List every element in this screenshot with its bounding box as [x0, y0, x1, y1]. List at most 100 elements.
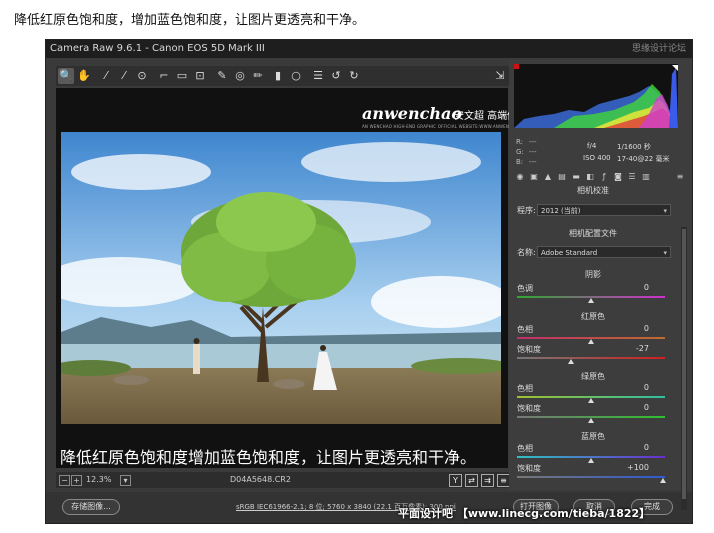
- focal-length: 17-40@22 毫米: [617, 155, 670, 163]
- crop-icon[interactable]: ⌐: [156, 68, 172, 84]
- red-sat-thumb[interactable]: [568, 359, 574, 364]
- chevron-down-icon: ▾: [663, 249, 667, 257]
- green-sat-value[interactable]: 0: [619, 403, 649, 412]
- blue-sat-thumb[interactable]: [660, 478, 666, 483]
- green-sat-thumb[interactable]: [588, 418, 594, 423]
- toolbar: 🔍 ✋ ⁄ ⁄ ⊙ ⌐ ▭ ⊡ ✎ ◎ ✏ ▮ ○ ☰ ↺ ↻ ⇲: [56, 66, 551, 86]
- before-after-toggle-icon[interactable]: Y: [449, 474, 462, 487]
- red-eye-icon[interactable]: ◎: [232, 68, 248, 84]
- blue-sat-slider[interactable]: [517, 476, 665, 478]
- section-title: 相机校准: [577, 186, 609, 195]
- chevron-down-icon: ▾: [663, 207, 667, 215]
- save-image-button[interactable]: 存储图像...: [62, 499, 120, 515]
- window-titlebar: Camera Raw 9.6.1 - Canon EOS 5D Mark III…: [46, 40, 692, 58]
- rotate-left-icon[interactable]: ↺: [328, 68, 344, 84]
- spot-removal-icon[interactable]: ✎: [214, 68, 230, 84]
- blue-sat-label: 饱和度: [517, 464, 541, 473]
- zoom-out-button[interactable]: −: [59, 475, 70, 486]
- straighten-icon[interactable]: ▭: [174, 68, 190, 84]
- preview-photo: [61, 132, 501, 424]
- hsl-tab-icon[interactable]: ▤: [557, 172, 567, 182]
- tint-thumb[interactable]: [588, 298, 594, 303]
- right-panel: R: --- G: --- B: --- f/4 1/1600 秒 ISO 40…: [509, 60, 691, 510]
- red-hue-value[interactable]: 0: [619, 324, 649, 333]
- zoom-level[interactable]: 12.3%: [86, 472, 111, 488]
- status-bar: − + 12.3% ▾ D04A5648.CR2 Y ⇄ ⇉ ≡: [56, 472, 551, 488]
- panel-scrollbar[interactable]: [681, 227, 687, 510]
- r-label: R:: [516, 138, 524, 146]
- swap-icon[interactable]: ⇄: [465, 474, 478, 487]
- green-sat-label: 饱和度: [517, 404, 541, 413]
- red-primary-head: 红原色: [581, 312, 605, 321]
- transform-icon[interactable]: ⊡: [192, 68, 208, 84]
- tone-curve-tab-icon[interactable]: ▣: [529, 172, 539, 182]
- profile-value: Adobe Standard: [541, 249, 598, 257]
- tint-label: 色调: [517, 284, 533, 293]
- copy-settings-icon[interactable]: ⇉: [481, 474, 494, 487]
- red-hue-thumb[interactable]: [588, 339, 594, 344]
- camera-raw-window: Camera Raw 9.6.1 - Canon EOS 5D Mark III…: [45, 39, 693, 524]
- histogram: [514, 64, 678, 128]
- iso: ISO 400: [583, 154, 611, 162]
- zoom-in-button[interactable]: +: [71, 475, 82, 486]
- basic-tab-icon[interactable]: ◉: [515, 172, 525, 182]
- b-label: B:: [516, 158, 524, 166]
- profile-select[interactable]: Adobe Standard ▾: [537, 246, 671, 258]
- rotate-right-icon[interactable]: ↻: [346, 68, 362, 84]
- process-select[interactable]: 2012 (当前) ▾: [537, 204, 671, 216]
- scrollbar-thumb[interactable]: [682, 229, 686, 499]
- blue-hue-value[interactable]: 0: [619, 443, 649, 452]
- brush-icon[interactable]: ✏: [250, 68, 266, 84]
- tint-value[interactable]: 0: [619, 283, 649, 292]
- graduated-filter-icon[interactable]: ▮: [270, 68, 286, 84]
- g-value: ---: [529, 148, 537, 156]
- name-label: 名称:: [517, 248, 536, 257]
- page-caption: 降低红原色饱和度，增加蓝色饱和度，让图片更透亮和干净。: [14, 13, 366, 28]
- logo-text: anwenchao: [362, 104, 462, 123]
- green-hue-label: 色相: [517, 384, 533, 393]
- logo-subtitle: AN WENCHAO HIGH-END GRAPHIC OFFICIAL WEB…: [362, 124, 533, 129]
- red-hue-label: 色相: [517, 325, 533, 334]
- green-hue-value[interactable]: 0: [619, 383, 649, 392]
- process-value: 2012 (当前): [541, 207, 581, 215]
- list-icon[interactable]: ☰: [310, 68, 326, 84]
- blue-hue-thumb[interactable]: [588, 458, 594, 463]
- hand-icon[interactable]: ✋: [76, 68, 92, 84]
- shadows-head: 阴影: [585, 270, 601, 279]
- zoom-dropdown-icon[interactable]: ▾: [120, 475, 131, 486]
- red-sat-slider[interactable]: [517, 357, 665, 359]
- target-adjust-icon[interactable]: ⊙: [134, 68, 150, 84]
- site-watermark: 平面设计吧 【www.linecg.com/tieba/1822】: [398, 507, 651, 520]
- window-title: Camera Raw 9.6.1 - Canon EOS 5D Mark III: [50, 43, 265, 54]
- camera-calibration-tab-icon[interactable]: ◙: [613, 172, 623, 182]
- profile-head: 相机配置文件: [569, 229, 617, 238]
- blue-primary-head: 蓝原色: [581, 432, 605, 441]
- process-label: 程序:: [517, 206, 536, 215]
- red-sat-value[interactable]: -27: [619, 344, 649, 353]
- file-name: D04A5648.CR2: [230, 475, 291, 484]
- white-balance-icon[interactable]: ⁄: [98, 68, 114, 84]
- radial-filter-icon[interactable]: ○: [288, 68, 304, 84]
- presets-tab-icon[interactable]: ☰: [627, 172, 637, 182]
- r-value: ---: [529, 138, 537, 146]
- snapshots-tab-icon[interactable]: ▥: [641, 172, 651, 182]
- b-value: ---: [529, 158, 537, 166]
- blue-sat-value[interactable]: +100: [619, 463, 649, 472]
- shutter-speed: 1/1600 秒: [617, 143, 651, 151]
- panel-menu-icon[interactable]: ≡: [675, 172, 685, 182]
- green-hue-thumb[interactable]: [588, 398, 594, 403]
- zoom-icon[interactable]: 🔍: [58, 68, 74, 84]
- red-sat-label: 饱和度: [517, 345, 541, 354]
- export-icon[interactable]: ⇲: [492, 68, 508, 84]
- fx-tab-icon[interactable]: ƒ: [599, 172, 609, 182]
- color-sampler-icon[interactable]: ⁄: [116, 68, 132, 84]
- blue-hue-label: 色相: [517, 444, 533, 453]
- title-watermark: 思缘设计论坛: [631, 44, 686, 54]
- panel-tabs: ◉ ▣ ▲ ▤ ▬ ◧ ƒ ◙ ☰ ▥ ≡: [513, 172, 687, 184]
- lens-tab-icon[interactable]: ◧: [585, 172, 595, 182]
- detail-tab-icon[interactable]: ▲: [543, 172, 553, 182]
- green-primary-head: 绿原色: [581, 372, 605, 381]
- overlay-caption: 降低红原色饱和度增加蓝色饱和度，让图片更透亮和干净。: [60, 448, 477, 467]
- aperture: f/4: [587, 142, 597, 150]
- split-toning-tab-icon[interactable]: ▬: [571, 172, 581, 182]
